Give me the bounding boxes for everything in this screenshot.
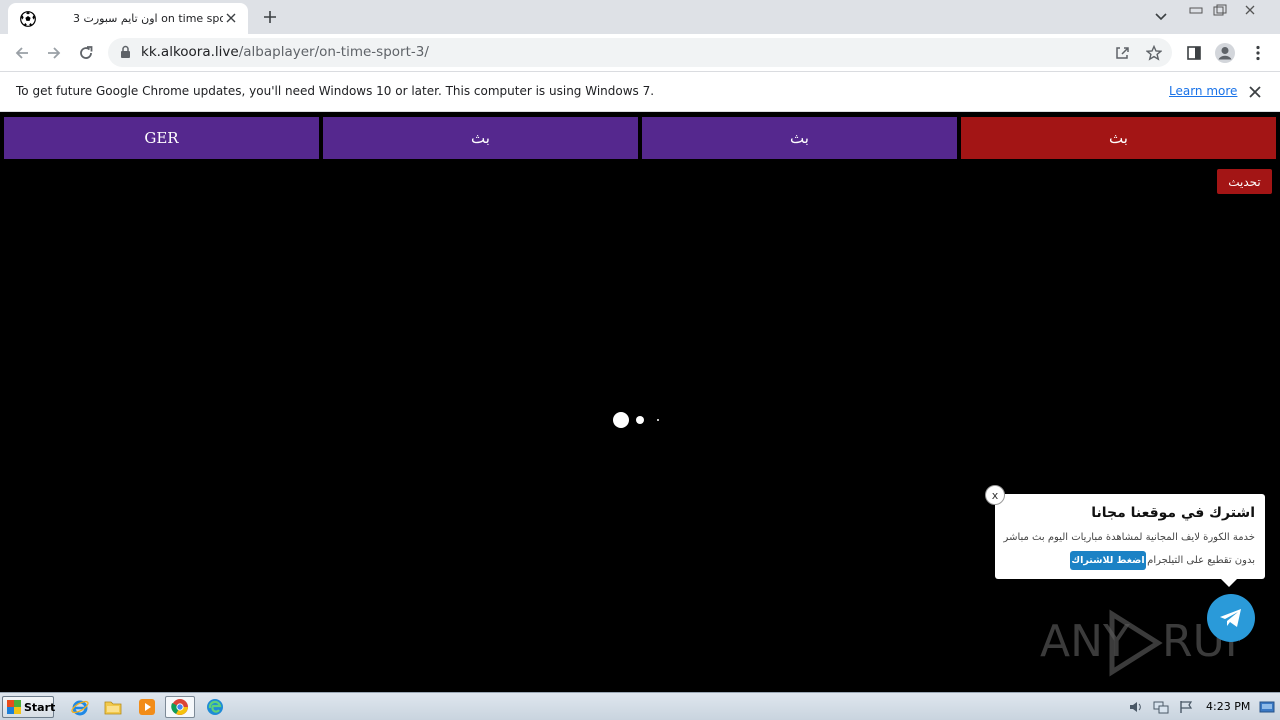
- spinner-dot-small: [657, 419, 659, 421]
- telegram-subscribe-popup: اشترك في موقعنا مجانا خدمة الكورة لايف ا…: [995, 494, 1265, 587]
- forward-arrow-icon[interactable]: [42, 41, 66, 65]
- reload-icon[interactable]: [74, 41, 98, 65]
- subscribe-button[interactable]: اضغط للاشتراك: [1070, 551, 1146, 570]
- refresh-button[interactable]: تحديث: [1217, 169, 1272, 194]
- url-text: kk.alkoora.live/albaplayer/on-time-sport…: [141, 44, 429, 60]
- network-icon[interactable]: [1153, 699, 1169, 715]
- bookmark-star-icon[interactable]: [1144, 43, 1164, 63]
- server-button-4[interactable]: بث: [961, 117, 1276, 159]
- server-button-1[interactable]: GER: [4, 117, 319, 159]
- windows-taskbar: Start 4:23 PM: [0, 692, 1280, 720]
- action-center-flag-icon[interactable]: [1178, 699, 1194, 715]
- lock-icon: [121, 45, 130, 58]
- infobar-message: To get future Google Chrome updates, you…: [16, 84, 655, 98]
- server-button-3[interactable]: بث: [642, 117, 957, 159]
- edge-icon[interactable]: [204, 697, 226, 717]
- close-window-icon[interactable]: [1238, 2, 1262, 18]
- popup-description: خدمة الكورة لايف المجانية لمشاهدة مباريا…: [1003, 532, 1255, 543]
- spinner-dot-large: [613, 412, 629, 428]
- infobar-close-icon[interactable]: [1247, 84, 1263, 100]
- menu-kebab-icon[interactable]: [1246, 41, 1270, 65]
- taskbar-clock: 4:23 PM: [1206, 700, 1251, 713]
- update-infobar: To get future Google Chrome updates, you…: [0, 72, 1280, 112]
- back-arrow-icon[interactable]: [10, 41, 34, 65]
- show-desktop-icon[interactable]: [1259, 699, 1275, 715]
- server-button-2[interactable]: بث: [323, 117, 638, 159]
- url-path: /albaplayer/on-time-sport-3/: [238, 44, 429, 60]
- browser-toolbar: kk.alkoora.live/albaplayer/on-time-sport…: [0, 34, 1280, 72]
- popup-close-button[interactable]: x: [985, 485, 1005, 505]
- file-explorer-icon[interactable]: [102, 697, 124, 717]
- learn-more-link[interactable]: Learn more: [1169, 84, 1237, 98]
- soccer-ball-icon: [20, 10, 36, 27]
- browser-tab[interactable]: اون تايم سبورت 3 on time sport: [8, 3, 248, 34]
- url-host: kk.alkoora.live: [141, 44, 239, 60]
- internet-explorer-icon[interactable]: [69, 697, 91, 717]
- popup-description-2: بدون تقطيع على التيلجرام: [1147, 555, 1255, 566]
- spinner-dot-medium: [636, 416, 644, 424]
- profile-avatar-icon[interactable]: [1213, 41, 1237, 65]
- share-icon[interactable]: [1112, 43, 1132, 63]
- loading-spinner: [613, 412, 673, 432]
- start-button[interactable]: Start: [2, 696, 56, 718]
- volume-icon[interactable]: [1128, 699, 1144, 715]
- tab-title: اون تايم سبورت 3 on time sport: [73, 12, 223, 25]
- address-bar[interactable]: kk.alkoora.live/albaplayer/on-time-sport…: [108, 38, 1172, 67]
- start-label: Start: [24, 700, 56, 714]
- minimize-window-icon[interactable]: [1184, 2, 1208, 18]
- restore-window-icon[interactable]: [1208, 2, 1232, 18]
- chrome-taskbar-icon[interactable]: [165, 696, 195, 718]
- tab-close-icon[interactable]: [223, 10, 239, 26]
- windows-logo-icon: [7, 700, 21, 714]
- tab-search-chevron-icon[interactable]: [1151, 7, 1171, 27]
- page-content: GER بث بث بث تحديث ANY RUN اشترك في موقع…: [0, 113, 1280, 691]
- tab-strip: اون تايم سبورت 3 on time sport: [0, 0, 1280, 34]
- svg-text:ANY: ANY: [1040, 616, 1130, 667]
- new-tab-plus-icon[interactable]: [259, 6, 281, 28]
- popup-heading: اشترك في موقعنا مجانا: [1091, 505, 1255, 521]
- media-player-icon[interactable]: [136, 697, 158, 717]
- telegram-icon[interactable]: [1207, 594, 1255, 642]
- side-panel-icon[interactable]: [1182, 41, 1206, 65]
